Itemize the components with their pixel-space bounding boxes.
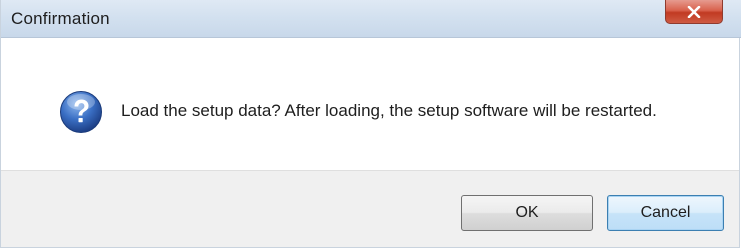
question-icon: [60, 91, 102, 133]
cancel-button[interactable]: Cancel: [607, 195, 724, 231]
button-bar: OK Cancel: [1, 170, 739, 247]
close-x-icon: [687, 5, 701, 18]
title-bar[interactable]: Confirmation: [1, 0, 741, 38]
message-area: Load the setup data? After loading, the …: [1, 38, 739, 168]
confirmation-dialog: Confirmation Load the setup data? After …: [0, 0, 741, 248]
close-button[interactable]: [665, 0, 723, 24]
ok-button[interactable]: OK: [461, 195, 593, 231]
confirmation-message: Load the setup data? After loading, the …: [121, 101, 657, 120]
window-title: Confirmation: [11, 9, 110, 28]
